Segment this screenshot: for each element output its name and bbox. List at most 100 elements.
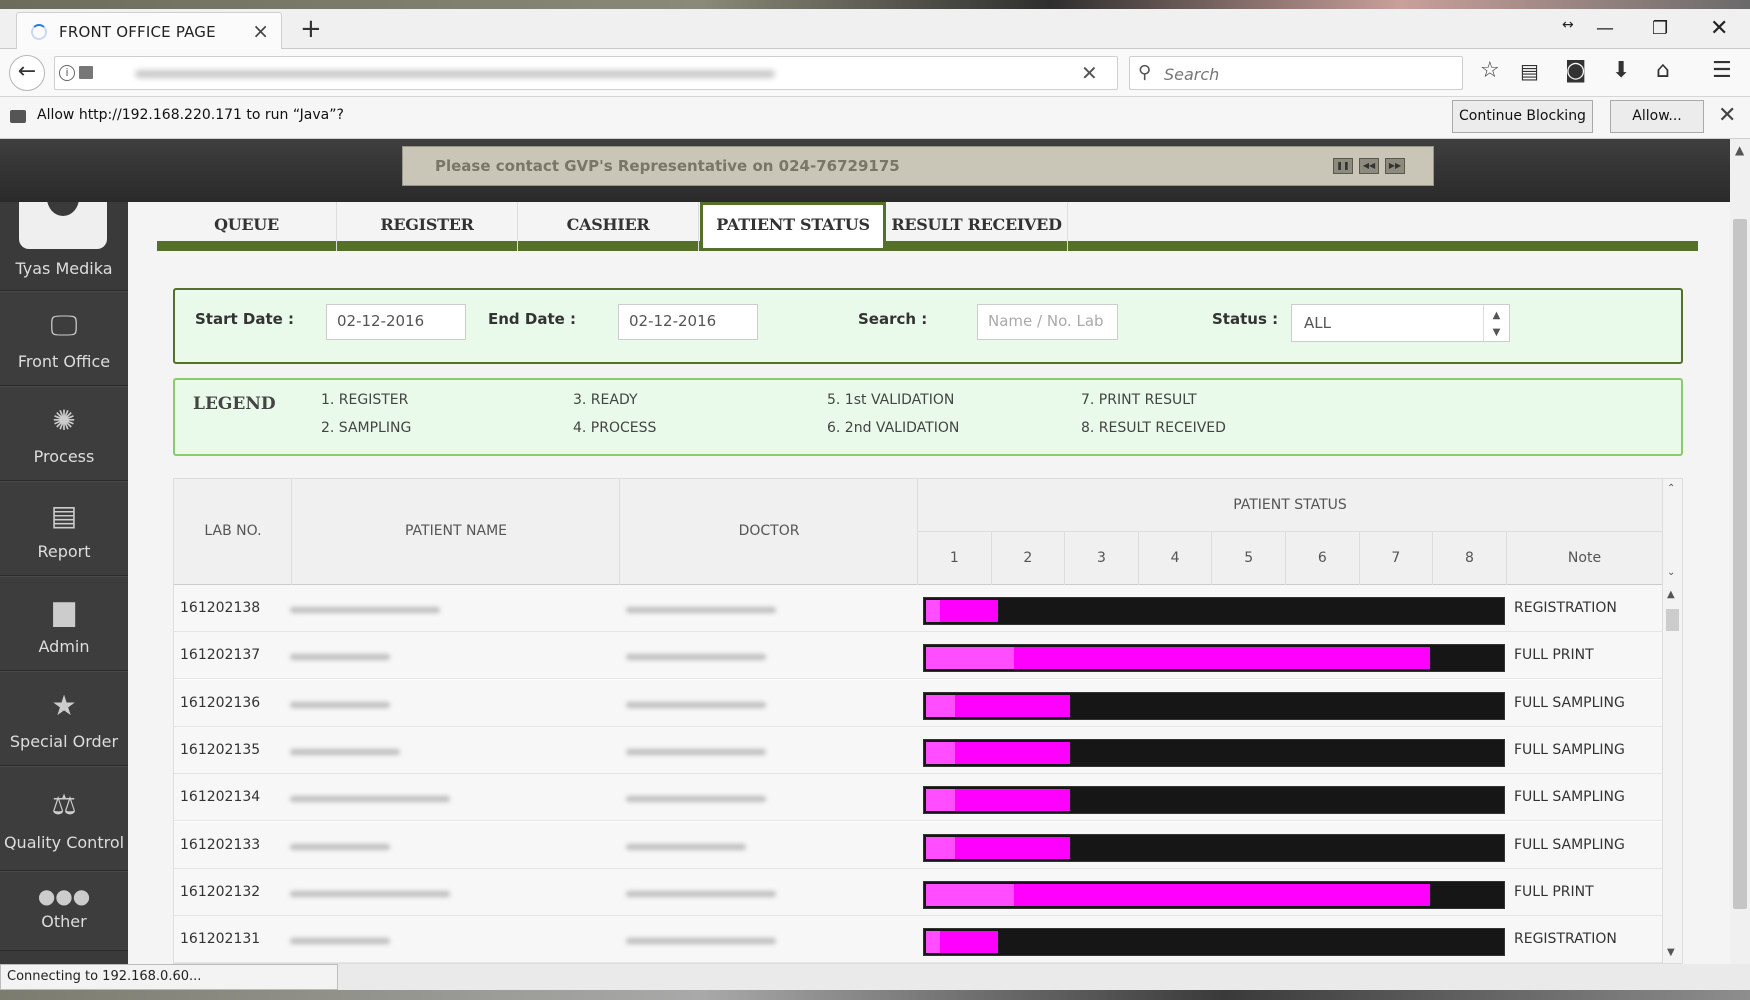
continue-blocking-button[interactable]: Continue Blocking: [1452, 100, 1593, 133]
patient-name-redacted: [290, 890, 450, 897]
info-icon[interactable]: i: [59, 65, 75, 81]
status-progress-bar: [923, 928, 1505, 957]
allow-button[interactable]: Allow...: [1610, 100, 1704, 133]
reading-list-icon[interactable]: ▤: [1520, 57, 1539, 85]
home-icon[interactable]: ⌂: [1656, 57, 1670, 85]
doctor-name-redacted: [626, 796, 766, 803]
start-date-input[interactable]: 02-12-2016: [326, 304, 466, 340]
table-row[interactable]: 161202137 FULL PRINT: [174, 632, 1662, 680]
restore-icon[interactable]: ❐: [1652, 17, 1668, 41]
minimize-icon[interactable]: —: [1596, 17, 1614, 41]
pause-icon[interactable]: ❚❚: [1333, 158, 1353, 174]
desktop-background: [0, 0, 1750, 9]
navigation-bar: ← i ✕ ⚲ Search ☆ ▤ ◙ ⬇ ⌂ ☰: [0, 49, 1750, 97]
scrollbar-thumb[interactable]: [1666, 609, 1679, 631]
lab-number: 161202132: [180, 883, 261, 900]
scroll-down-icon[interactable]: ⌄: [1667, 567, 1675, 578]
lab-number: 161202137: [180, 647, 261, 664]
menu-icon[interactable]: ☰: [1712, 57, 1732, 85]
loading-spinner-icon: [31, 24, 47, 40]
status-note: FULL PRINT: [1514, 647, 1594, 664]
status-note: FULL PRINT: [1514, 883, 1594, 900]
scroll-up-icon[interactable]: ▲: [1735, 143, 1744, 157]
status-progress-bar: [923, 691, 1505, 720]
header-status-col: 4: [1138, 531, 1213, 585]
header-status-col: 8: [1433, 531, 1507, 585]
close-notification-icon[interactable]: ✕: [1718, 103, 1736, 128]
status-progress-bar: [923, 644, 1505, 673]
bottom-strip: [338, 964, 1750, 990]
pocket-icon[interactable]: ◙: [1565, 57, 1586, 85]
table-row[interactable]: 161202134 FULL SAMPLING: [174, 774, 1662, 822]
search-input[interactable]: Name / No. Lab: [977, 304, 1118, 340]
table-row[interactable]: 161202133 FULL SAMPLING: [174, 821, 1662, 869]
table-row[interactable]: 161202136 FULL SAMPLING: [174, 679, 1662, 727]
doctor-name-redacted: [626, 701, 766, 708]
table-row[interactable]: 161202131 REGISTRATION: [174, 916, 1662, 963]
sidebar-item-quality-control[interactable]: ⚖ Quality Control: [0, 766, 128, 871]
page-scrollbar[interactable]: ▲: [1730, 139, 1750, 964]
end-date-input[interactable]: 02-12-2016: [618, 304, 758, 340]
header-note: Note: [1507, 531, 1662, 585]
close-tab-icon[interactable]: ×: [252, 19, 269, 43]
tab-patient-status[interactable]: PATIENT STATUS: [700, 202, 886, 251]
scroll-down-icon[interactable]: ▼: [1667, 947, 1675, 958]
table-scrollbar[interactable]: ⌃ ⌄ ▲ ▼: [1662, 479, 1682, 963]
bookmark-star-icon[interactable]: ☆: [1480, 57, 1500, 85]
legend-item: 8. RESULT RECEIVED: [1081, 420, 1226, 436]
doctor-name-redacted: [626, 654, 766, 661]
sidebar-item-front-office[interactable]: 🖵 Front Office: [0, 291, 128, 386]
progress-fill-highlight: [926, 789, 955, 812]
table-row[interactable]: 161202138 REGISTRATION: [174, 585, 1662, 632]
sidebar-item-process[interactable]: ✺ Process: [0, 386, 128, 481]
tab-register[interactable]: REGISTER: [337, 202, 518, 251]
browser-status-bar: Connecting to 192.168.0.60...: [0, 964, 338, 990]
progress-fill-highlight: [926, 836, 955, 859]
tab-queue[interactable]: QUEUE: [157, 202, 337, 251]
lab-number: 161202136: [180, 694, 261, 711]
new-tab-icon[interactable]: +: [300, 14, 322, 44]
legend-panel: LEGEND 1. REGISTER 2. SAMPLING 3. READY …: [173, 378, 1683, 456]
scroll-up-icon[interactable]: ▲: [1667, 589, 1675, 600]
tab-cashier[interactable]: CASHIER: [518, 202, 699, 251]
legend-item: 2. SAMPLING: [321, 420, 412, 436]
clear-url-icon[interactable]: ✕: [1081, 61, 1098, 85]
doctor-name-redacted: [626, 843, 746, 850]
scroll-up-icon[interactable]: ⌃: [1667, 483, 1675, 494]
status-select[interactable]: ALL ▲ ▼: [1291, 304, 1510, 342]
rewind-icon[interactable]: ◀◀: [1359, 158, 1379, 174]
header-lab-no-label: LAB NO.: [204, 523, 262, 539]
scales-icon: ⚖: [51, 788, 77, 821]
back-button[interactable]: ←: [9, 55, 45, 91]
header-patient-status: PATIENT STATUS: [1233, 497, 1347, 513]
url-bar[interactable]: i ✕: [54, 56, 1118, 90]
sidebar-item-label: Quality Control: [3, 833, 125, 852]
tab-result-received[interactable]: RESULT RECEIVED: [886, 202, 1068, 251]
page-scrollbar-thumb[interactable]: [1733, 219, 1747, 909]
lab-number: 161202135: [180, 741, 261, 758]
header-status-col: 3: [1065, 531, 1139, 585]
progress-fill-highlight: [926, 600, 940, 622]
patient-name-redacted: [290, 796, 450, 803]
sidebar-item-label: Report: [37, 542, 91, 561]
sidebar-item-admin[interactable]: ▆ Admin: [0, 576, 128, 671]
plugin-icon: [10, 110, 26, 123]
status-progress-bar: [923, 738, 1505, 767]
table-row[interactable]: 161202135 FULL SAMPLING: [174, 726, 1662, 774]
doctor-name-redacted: [626, 748, 766, 755]
marquee-text: Please contact GVP's Representative on 0…: [435, 157, 900, 175]
fast-forward-icon[interactable]: ▶▶: [1385, 158, 1405, 174]
sidebar-item-report[interactable]: ▤ Report: [0, 481, 128, 576]
sidebar-item-other[interactable]: ●●● Other: [0, 871, 128, 951]
notification-text: Allow http://192.168.220.171 to run “Jav…: [37, 107, 344, 123]
close-window-icon[interactable]: ✕: [1710, 17, 1728, 41]
application: Please contact GVP's Representative on 0…: [0, 139, 1750, 964]
announcement-marquee: Please contact GVP's Representative on 0…: [402, 146, 1434, 186]
status-label: Status :: [1212, 310, 1279, 328]
download-icon[interactable]: ⬇: [1612, 57, 1630, 85]
table-row[interactable]: 161202132 FULL PRINT: [174, 868, 1662, 916]
browser-tab[interactable]: FRONT OFFICE PAGE ×: [16, 12, 282, 49]
sidebar-item-label: Front Office: [17, 352, 111, 371]
browser-search-box[interactable]: ⚲ Search: [1129, 56, 1463, 90]
sidebar-item-special-order[interactable]: ★ Special Order: [0, 671, 128, 766]
